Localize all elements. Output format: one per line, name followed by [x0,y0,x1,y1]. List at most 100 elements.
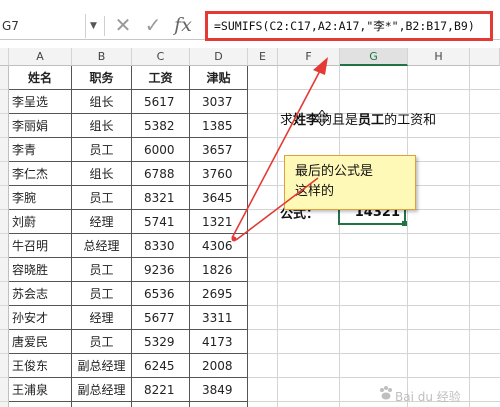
cell-i13[interactable] [470,354,500,378]
cell-f10[interactable] [278,282,340,306]
cell-c10[interactable]: 6536 [132,282,190,306]
column-header-g[interactable]: G [340,48,408,66]
cell-d13[interactable]: 2008 [190,354,248,378]
cell-a6[interactable]: 李腕 [9,186,72,210]
cell-e3[interactable] [248,114,278,138]
row-header[interactable] [0,330,9,354]
confirm-icon[interactable]: ✓ [142,12,164,38]
cell-i9[interactable] [470,258,500,282]
cell-a9[interactable]: 容晓胜 [9,258,72,282]
cell-g1[interactable] [340,66,408,90]
row-header[interactable] [0,282,9,306]
row-header[interactable] [0,138,9,162]
cell-h10[interactable] [408,282,470,306]
cell-i3[interactable] [470,114,500,138]
cell-e2[interactable] [248,90,278,114]
column-header-f[interactable]: F [278,48,340,66]
row-header[interactable] [0,306,9,330]
row-header[interactable] [0,186,9,210]
cell-g10[interactable] [340,282,408,306]
cell-d5[interactable]: 3760 [190,162,248,186]
cell-a14[interactable]: 王浦泉 [9,378,72,402]
cell-i1[interactable] [470,66,500,90]
fill-handle[interactable] [402,221,407,226]
row-header[interactable] [0,234,9,258]
cell-g8[interactable] [340,234,408,258]
cell-c4[interactable]: 6000 [132,138,190,162]
column-header-b[interactable]: B [72,48,132,66]
cell-c5[interactable]: 6788 [132,162,190,186]
row-header[interactable] [0,354,9,378]
cell-d8[interactable]: 4306 [190,234,248,258]
cell-i7[interactable] [470,210,500,234]
cell-h11[interactable] [408,306,470,330]
cell-d7[interactable]: 1321 [190,210,248,234]
column-header-e[interactable]: E [248,48,278,66]
cell-d6[interactable]: 3645 [190,186,248,210]
row-header[interactable] [0,258,9,282]
cell-b15[interactable]: 经理 [72,402,132,407]
cell-h1[interactable] [408,66,470,90]
cell-d1[interactable]: 津贴 [190,66,248,90]
cell-a12[interactable]: 唐爱民 [9,330,72,354]
cell-i6[interactable] [470,186,500,210]
cell-d11[interactable]: 3311 [190,306,248,330]
cell-c11[interactable]: 5677 [132,306,190,330]
cell-d9[interactable]: 1826 [190,258,248,282]
cell-b5[interactable]: 组长 [72,162,132,186]
cell-b10[interactable]: 员工 [72,282,132,306]
cell-h5[interactable] [408,162,470,186]
cell-i2[interactable] [470,90,500,114]
row-header[interactable] [0,378,9,402]
cell-g12[interactable] [340,330,408,354]
row-header[interactable] [0,402,9,407]
cell-e15[interactable] [248,402,278,407]
cell-c1[interactable]: 工资 [132,66,190,90]
column-header-a[interactable]: A [9,48,72,66]
cell-g13[interactable] [340,354,408,378]
cell-b11[interactable]: 经理 [72,306,132,330]
cell-e9[interactable] [248,258,278,282]
row-header[interactable] [0,210,9,234]
cell-c8[interactable]: 8330 [132,234,190,258]
cell-c9[interactable]: 9236 [132,258,190,282]
cell-f11[interactable] [278,306,340,330]
cell-a8[interactable]: 牛召明 [9,234,72,258]
cell-e10[interactable] [248,282,278,306]
cell-i11[interactable] [470,306,500,330]
cell-d10[interactable]: 2695 [190,282,248,306]
cell-d12[interactable]: 4173 [190,330,248,354]
cell-i10[interactable] [470,282,500,306]
row-header[interactable] [0,90,9,114]
cell-h4[interactable] [408,138,470,162]
cell-i14[interactable] [470,378,500,402]
row-header[interactable] [0,114,9,138]
cell-i4[interactable] [470,138,500,162]
cell-e13[interactable] [248,354,278,378]
cell-c6[interactable]: 8321 [132,186,190,210]
cancel-icon[interactable]: ✕ [112,12,134,38]
cell-b13[interactable]: 副总经理 [72,354,132,378]
cell-d3[interactable]: 1385 [190,114,248,138]
cell-f15[interactable] [278,402,340,407]
cell-a4[interactable]: 李青 [9,138,72,162]
cell-b4[interactable]: 员工 [72,138,132,162]
cell-a3[interactable]: 李丽娟 [9,114,72,138]
select-all-corner[interactable] [0,48,9,66]
cell-e8[interactable] [248,234,278,258]
cell-f13[interactable] [278,354,340,378]
row-header[interactable] [0,162,9,186]
cell-g9[interactable] [340,258,408,282]
cell-a5[interactable]: 李仁杰 [9,162,72,186]
cell-b8[interactable]: 总经理 [72,234,132,258]
cell-c14[interactable]: 8221 [132,378,190,402]
cell-b14[interactable]: 副总经理 [72,378,132,402]
cell-d4[interactable]: 3657 [190,138,248,162]
cell-i5[interactable] [470,162,500,186]
cell-h8[interactable] [408,234,470,258]
insert-function-icon[interactable]: fx [172,12,194,38]
cell-b6[interactable]: 员工 [72,186,132,210]
cell-e12[interactable] [248,330,278,354]
cell-h9[interactable] [408,258,470,282]
cell-b3[interactable]: 组长 [72,114,132,138]
